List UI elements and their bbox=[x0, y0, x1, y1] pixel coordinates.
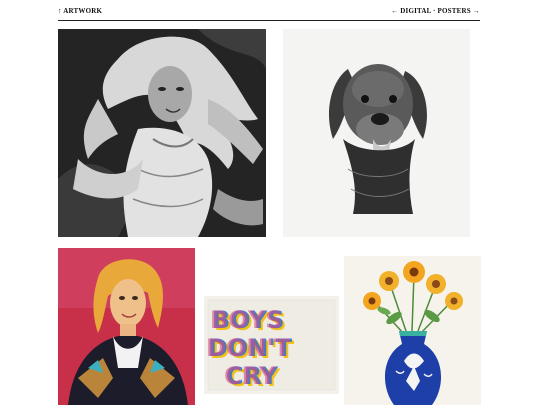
dog-pencil-image bbox=[283, 29, 470, 237]
portrait-painting-image bbox=[58, 248, 195, 405]
boys-dont-cry-image: BOYS BOYS BOYS DON'T DON'T DON'T CRY CRY… bbox=[204, 296, 339, 394]
artwork-sunflower-vase[interactable] bbox=[344, 256, 481, 405]
artwork-portrait-painting[interactable] bbox=[58, 248, 195, 405]
svg-text:CRY: CRY bbox=[224, 362, 277, 390]
artwork-dog-pencil[interactable] bbox=[283, 29, 470, 237]
svg-text:DON'T: DON'T bbox=[206, 334, 291, 362]
artwork-up-link[interactable]: ↑ ARTWORK bbox=[58, 7, 102, 15]
svg-text:BOYS: BOYS bbox=[210, 306, 283, 334]
artwork-boys-dont-cry-print[interactable]: BOYS BOYS BOYS DON'T DON'T DON'T CRY CRY… bbox=[204, 296, 339, 394]
header-divider bbox=[58, 20, 480, 21]
sunflower-vase-image bbox=[344, 256, 481, 405]
top-navigation: ↑ ARTWORK ← DIGITAL · POSTERS → bbox=[58, 5, 480, 19]
section-nav-link[interactable]: ← DIGITAL · POSTERS → bbox=[391, 7, 480, 15]
artwork-charcoal-girl[interactable] bbox=[58, 29, 266, 237]
charcoal-girl-image bbox=[58, 29, 266, 237]
